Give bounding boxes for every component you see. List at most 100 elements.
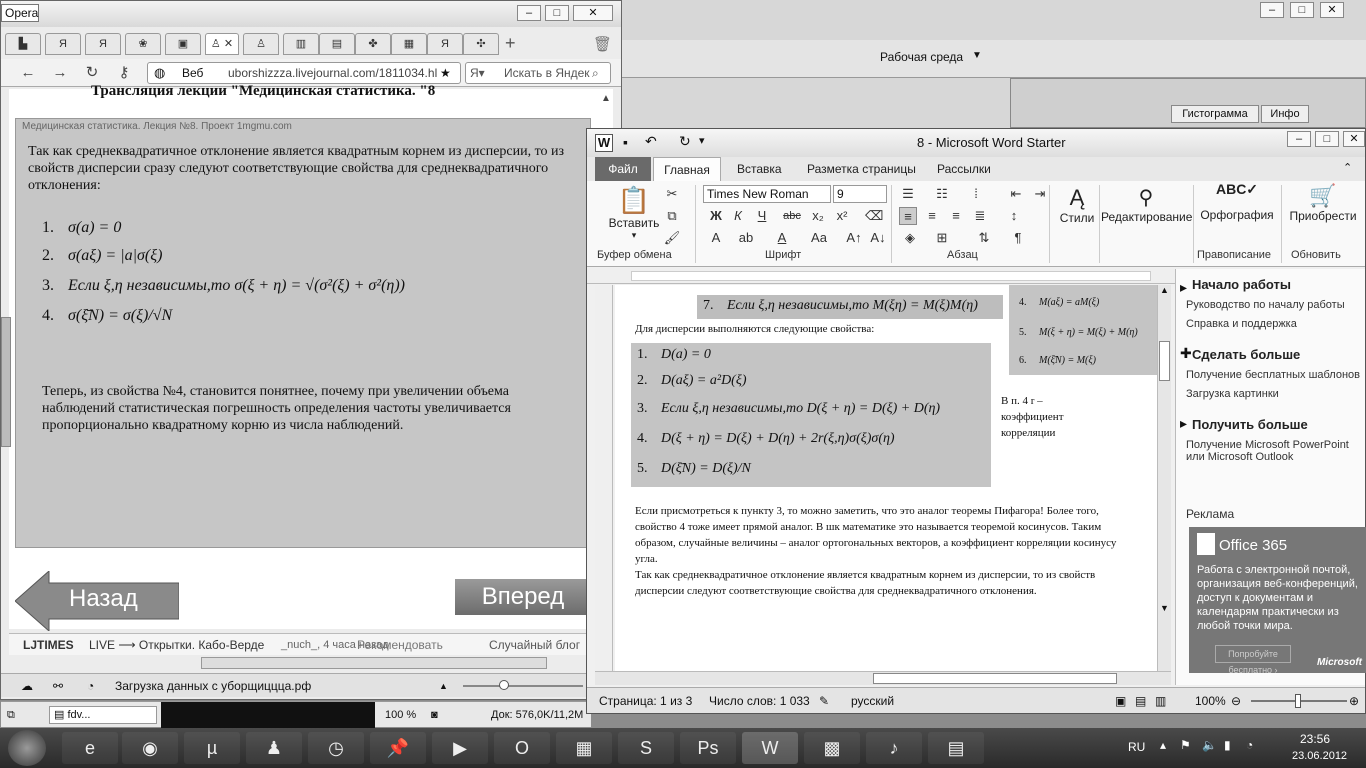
lj-live-link[interactable]: LIVE ⟶ Открытки. Кабо-Верде	[89, 634, 264, 656]
browser-tab[interactable]: Я	[427, 33, 463, 55]
view-print-icon[interactable]: ▣	[1115, 688, 1126, 714]
redo-icon[interactable]: ↻	[679, 133, 691, 150]
random-blog-link[interactable]: Случайный блог	[489, 634, 580, 656]
scroll-up-icon[interactable]: ▲	[601, 93, 611, 104]
undo-icon[interactable]: ↶	[645, 133, 657, 150]
maximize-button[interactable]: □	[545, 5, 569, 21]
media-icon[interactable]: ▶	[432, 732, 488, 764]
horizontal-scrollbar[interactable]	[201, 657, 547, 669]
zoom-level[interactable]: 100 %	[385, 702, 416, 728]
firefox-icon[interactable]: ◉	[122, 732, 178, 764]
speed-icon[interactable]: ◔	[87, 674, 94, 698]
scroll-down-icon[interactable]: ▼	[1160, 603, 1169, 613]
tab-info[interactable]: Инфо	[1261, 105, 1309, 123]
close-button[interactable]: ✕	[1343, 131, 1365, 147]
zoom-slider-thumb[interactable]	[1295, 694, 1301, 708]
highlight-icon[interactable]: ab	[737, 229, 755, 247]
pane-link[interactable]: Руководство по началу работы	[1186, 299, 1345, 311]
side-panel-toggle[interactable]	[1, 317, 11, 447]
pin-icon[interactable]: 📌	[370, 732, 426, 764]
video-icon[interactable]: ▩	[804, 732, 860, 764]
user-icon[interactable]: ♟	[246, 732, 302, 764]
vertical-scrollbar[interactable]: ▲ ▼	[1157, 285, 1171, 671]
cut-icon[interactable]: ✂	[663, 185, 681, 203]
browser-tab[interactable]: ▤	[319, 33, 355, 55]
office365-ad[interactable]: Office 365 Работа с электронной почтой, …	[1189, 527, 1366, 675]
recommend-link[interactable]: Рекомендовать	[357, 634, 443, 656]
trash-icon[interactable]: 🗑	[593, 35, 612, 53]
key-icon[interactable]: ⚷	[113, 63, 135, 83]
search-icon[interactable]: ⌕	[592, 63, 599, 83]
shading-icon[interactable]: ◈	[901, 229, 919, 247]
scroll-up-icon[interactable]: ▲	[1160, 285, 1169, 295]
styles-button[interactable]: Ą Стили	[1057, 185, 1097, 225]
pane-link[interactable]: Получение бесплатных шаблонов	[1186, 369, 1360, 381]
star-icon[interactable]: ★	[440, 63, 451, 83]
view-full-icon[interactable]: ▤	[1135, 688, 1146, 714]
view-icon[interactable]: ◙	[431, 702, 438, 728]
italic-icon[interactable]: К	[729, 207, 747, 225]
maximize-button[interactable]: □	[1315, 131, 1339, 147]
pane-link[interactable]: Загрузка картинки	[1186, 388, 1279, 400]
font-name-select[interactable]: Times New Roman	[703, 185, 831, 203]
panel-icon[interactable]: ⧉	[7, 702, 15, 728]
spelling-button[interactable]: ABC✓ Орфография	[1197, 181, 1277, 222]
back-button[interactable]: Назад	[14, 569, 180, 633]
customize-toolbar-icon[interactable]: ▾	[699, 134, 705, 147]
close-button[interactable]: ✕	[1320, 2, 1344, 18]
start-button[interactable]	[8, 730, 46, 766]
vertical-ruler[interactable]	[595, 285, 613, 671]
sort-icon[interactable]: ⇅	[975, 229, 993, 247]
bullets-icon[interactable]: ☰	[899, 185, 917, 203]
justify-icon[interactable]: ≣	[971, 207, 989, 225]
browser-tab[interactable]: ❀	[125, 33, 161, 55]
browser-tab[interactable]: Я	[85, 33, 121, 55]
address-bar[interactable]: ◍ Веб uborshizzza.livejournal.com/181103…	[147, 62, 461, 84]
forward-button[interactable]: Вперед	[455, 579, 591, 615]
view-web-icon[interactable]: ▥	[1155, 688, 1166, 714]
tab-home[interactable]: Главная	[653, 157, 721, 181]
tab-insert[interactable]: Вставка	[737, 157, 782, 181]
paste-button[interactable]: 📋 Вставить ▾	[599, 185, 669, 241]
language-indicator[interactable]: русский	[851, 688, 894, 714]
pilcrow-icon[interactable]: ¶	[1009, 229, 1027, 247]
cloud-icon[interactable]: ☁	[21, 674, 33, 698]
strikethrough-icon[interactable]: abc	[783, 207, 801, 225]
browser-tab-active[interactable]: ♙ ✕	[205, 33, 239, 55]
collapse-ribbon-icon[interactable]: ⌃	[1343, 161, 1352, 174]
editing-button[interactable]: ⚲ Редактирование	[1101, 185, 1192, 224]
tab-histogram[interactable]: Гистограмма	[1171, 105, 1259, 123]
superscript-icon[interactable]: x²	[833, 207, 851, 225]
horizontal-scrollbar[interactable]	[595, 671, 1171, 685]
browser-tab[interactable]: ▥	[283, 33, 319, 55]
pane-link[interactable]: Справка и поддержка	[1186, 318, 1297, 330]
browser-tab[interactable]: ▣	[165, 33, 201, 55]
font-size-select[interactable]: 9	[833, 185, 887, 203]
forward-arrow-icon[interactable]: →	[49, 63, 71, 83]
shrink-font-icon[interactable]: A↓	[869, 229, 887, 247]
clock-icon[interactable]: ◷	[308, 732, 364, 764]
align-center-icon[interactable]: ≡	[923, 207, 941, 225]
browser-tab[interactable]: ♙	[243, 33, 279, 55]
save-icon[interactable]: ▪	[623, 134, 628, 150]
subscript-icon[interactable]: x₂	[809, 207, 827, 225]
tray-app-icon[interactable]: ◔	[1246, 738, 1253, 752]
reload-icon[interactable]: ↻	[81, 63, 103, 83]
new-tab-icon[interactable]: +	[505, 33, 516, 54]
buy-button[interactable]: 🛒 Приобрести	[1285, 183, 1361, 223]
align-right-icon[interactable]: ≡	[947, 207, 965, 225]
zoom-in-icon[interactable]: ⊕	[1349, 688, 1359, 714]
decrease-indent-icon[interactable]: ⇤	[1007, 185, 1025, 203]
copy-icon[interactable]: ⧉	[663, 207, 681, 225]
line-spacing-icon[interactable]: ↕	[1005, 207, 1023, 225]
clear-format-icon[interactable]: ⌫	[865, 207, 883, 225]
close-button[interactable]: ✕	[573, 5, 613, 21]
tab-mailings[interactable]: Рассылки	[937, 157, 991, 181]
grow-font-icon[interactable]: A↑	[845, 229, 863, 247]
underline-icon[interactable]: Ч	[753, 207, 771, 225]
opera-icon[interactable]: O	[494, 732, 550, 764]
share-icon[interactable]: ⚯	[53, 674, 63, 698]
zoom-out-icon[interactable]: ⊖	[1231, 688, 1241, 714]
numbering-icon[interactable]: ☷	[933, 185, 951, 203]
zoom-slider[interactable]	[463, 685, 583, 687]
